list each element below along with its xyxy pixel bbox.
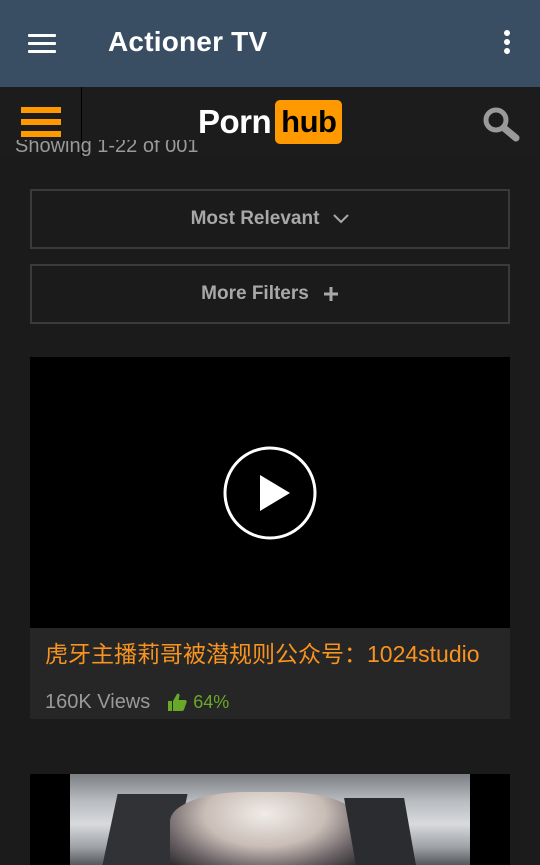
video-card[interactable]: 虎牙主播莉哥被潜规则公众号：1024studio 160K Views 64% (30, 357, 510, 719)
rating-percent: 64% (193, 691, 230, 712)
logo-text-left: Porn (198, 103, 272, 140)
chevron-down-icon (333, 214, 350, 224)
more-filters-button[interactable]: More Filters (30, 264, 510, 324)
sort-dropdown[interactable]: Most Relevant (30, 189, 510, 249)
video-title[interactable]: 虎牙主播莉哥被潜规则公众号：1024studio (30, 628, 510, 671)
video-views: 160K Views (45, 690, 151, 713)
results-count: Showing 1-22 of 001 (15, 140, 199, 157)
site-logo[interactable]: Porn hub (198, 100, 343, 144)
thumbnail-shade (344, 798, 416, 865)
menu-icon[interactable] (28, 34, 56, 54)
video-rating: 64% (168, 692, 229, 713)
plus-icon (323, 287, 338, 301)
search-icon[interactable] (482, 106, 520, 142)
video-thumbnail[interactable] (30, 357, 510, 628)
more-vert-icon[interactable] (500, 30, 514, 60)
video-meta: 160K Views 64% (30, 671, 510, 719)
app-title: Actioner TV (108, 26, 268, 57)
more-filters-label: More Filters (201, 283, 309, 304)
logo-text-right: hub (275, 100, 343, 144)
app-bar: Actioner TV (0, 0, 540, 87)
thumbs-up-icon (168, 693, 187, 711)
video-card[interactable] (30, 774, 510, 865)
thumbnail-figure (170, 792, 360, 865)
sort-label: Most Relevant (190, 208, 320, 229)
play-icon[interactable] (222, 445, 318, 541)
video-thumbnail[interactable] (70, 774, 470, 865)
